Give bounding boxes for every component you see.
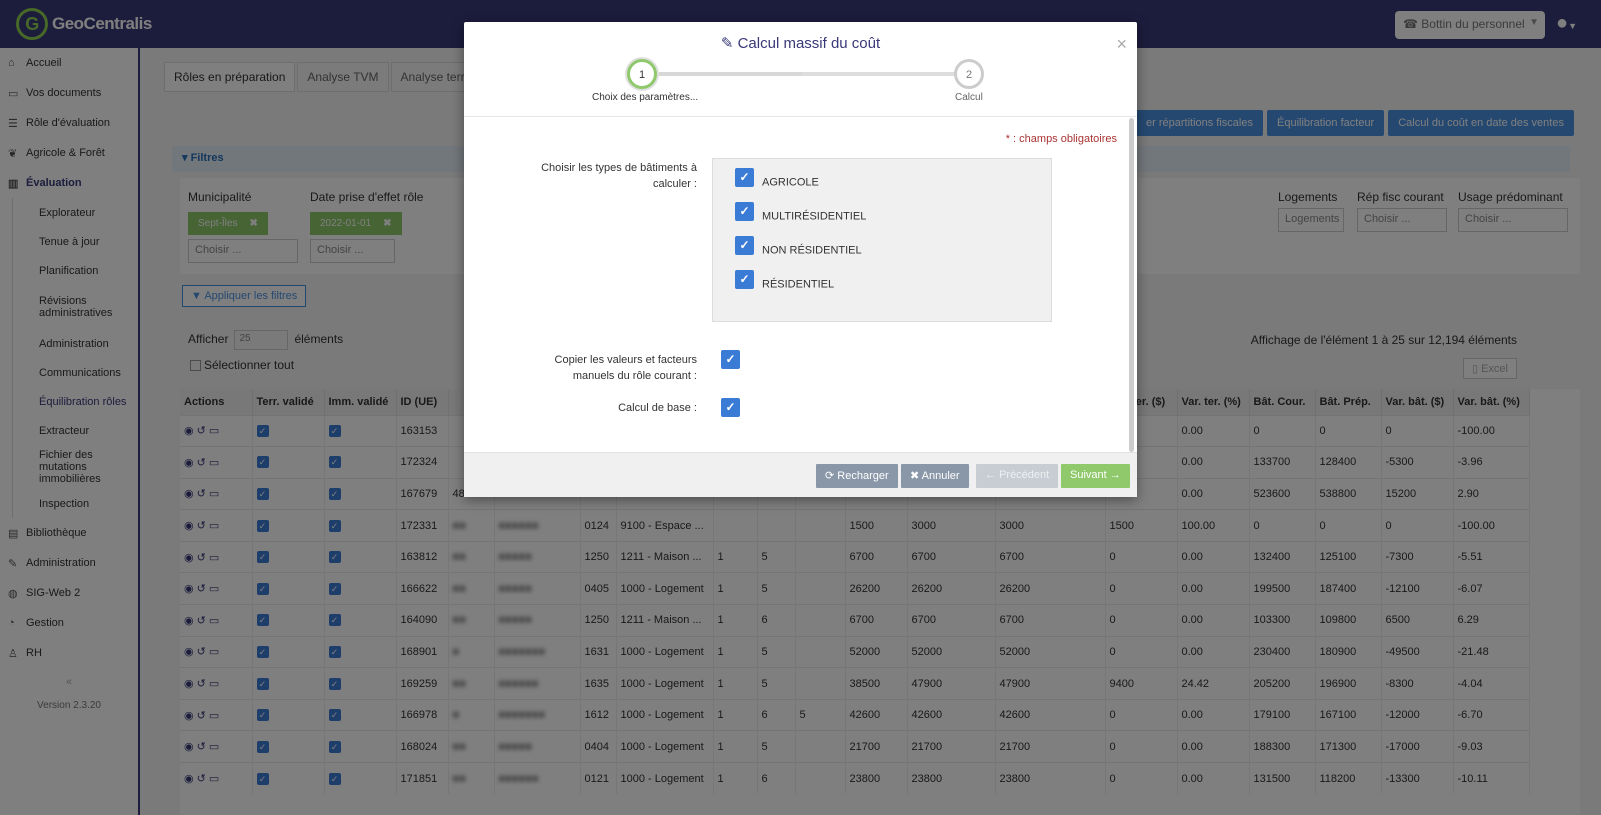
type-agricole[interactable]: ✓ AGRICOLE bbox=[735, 168, 819, 192]
next-button[interactable]: Suivant → bbox=[1061, 464, 1130, 488]
modal-title-text: Calcul massif du coût bbox=[737, 35, 881, 52]
type-non-residentiel[interactable]: ✓ NON RÉSIDENTIEL bbox=[735, 236, 862, 260]
type-label: MULTIRÉSIDENTIEL bbox=[762, 210, 867, 223]
stepper-track bbox=[644, 72, 959, 76]
type-label: AGRICOLE bbox=[762, 176, 819, 189]
reload-button[interactable]: ⟳ Recharger bbox=[816, 464, 898, 488]
type-label: NON RÉSIDENTIEL bbox=[762, 244, 862, 257]
modal-title: ✎ Calcul massif du coût bbox=[464, 34, 1137, 52]
step-1-label: Choix des paramètres... bbox=[592, 92, 699, 103]
modal-footer: ⟳ Recharger ✖ Annuler ← Précédent Suivan… bbox=[464, 452, 1137, 497]
building-types-label: Choisir les types de bâtiments à calcule… bbox=[541, 162, 697, 190]
modal-divider bbox=[464, 116, 1137, 117]
type-residentiel[interactable]: ✓ RÉSIDENTIEL bbox=[735, 270, 835, 294]
building-types-box: ✓ AGRICOLE ✓ MULTIRÉSIDENTIEL ✓ NON RÉSIDEN… bbox=[712, 158, 1052, 322]
required-fields-note: * : champs obligatoires bbox=[1005, 133, 1117, 145]
checkbox-checked-icon: ✓ bbox=[735, 202, 754, 221]
type-label: RÉSIDENTIEL bbox=[762, 278, 835, 291]
checkbox-checked-icon: ✓ bbox=[735, 168, 754, 187]
step-2-label: Calcul bbox=[955, 92, 983, 103]
checkbox-checked-icon: ✓ bbox=[735, 236, 754, 255]
close-icon[interactable]: × bbox=[1116, 34, 1127, 55]
cancel-label: Annuler bbox=[921, 470, 960, 482]
edit-icon: ✎ bbox=[720, 35, 738, 52]
step-1-indicator[interactable]: 1 bbox=[627, 59, 657, 89]
arrow-left-icon: ← bbox=[985, 469, 1000, 481]
checkbox-checked-icon: ✓ bbox=[735, 270, 754, 289]
previous-button[interactable]: ← Précédent bbox=[976, 464, 1059, 488]
base-calc-label: Calcul de base : bbox=[618, 402, 697, 414]
copy-values-checkbox[interactable]: ✓ bbox=[721, 350, 740, 369]
step-2-indicator[interactable]: 2 bbox=[954, 59, 984, 89]
mass-cost-modal: ✎ Calcul massif du coût × 1 2 Choix des … bbox=[464, 22, 1137, 497]
reload-label: Recharger bbox=[837, 470, 889, 482]
close-icon: ✖ bbox=[910, 470, 922, 482]
copy-values-label: Copier les valeurs et facteurs manuels d… bbox=[554, 354, 697, 382]
cancel-button[interactable]: ✖ Annuler bbox=[901, 464, 969, 488]
refresh-icon: ⟳ bbox=[825, 470, 838, 482]
modal-scrollbar[interactable] bbox=[1129, 118, 1134, 452]
stepper-progress bbox=[644, 72, 802, 76]
previous-label: Précédent bbox=[999, 469, 1050, 481]
next-label: Suivant bbox=[1070, 469, 1107, 481]
arrow-right-icon: → bbox=[1106, 469, 1121, 481]
type-multiresidentiel[interactable]: ✓ MULTIRÉSIDENTIEL bbox=[735, 202, 867, 226]
base-calc-checkbox[interactable]: ✓ bbox=[721, 398, 740, 417]
